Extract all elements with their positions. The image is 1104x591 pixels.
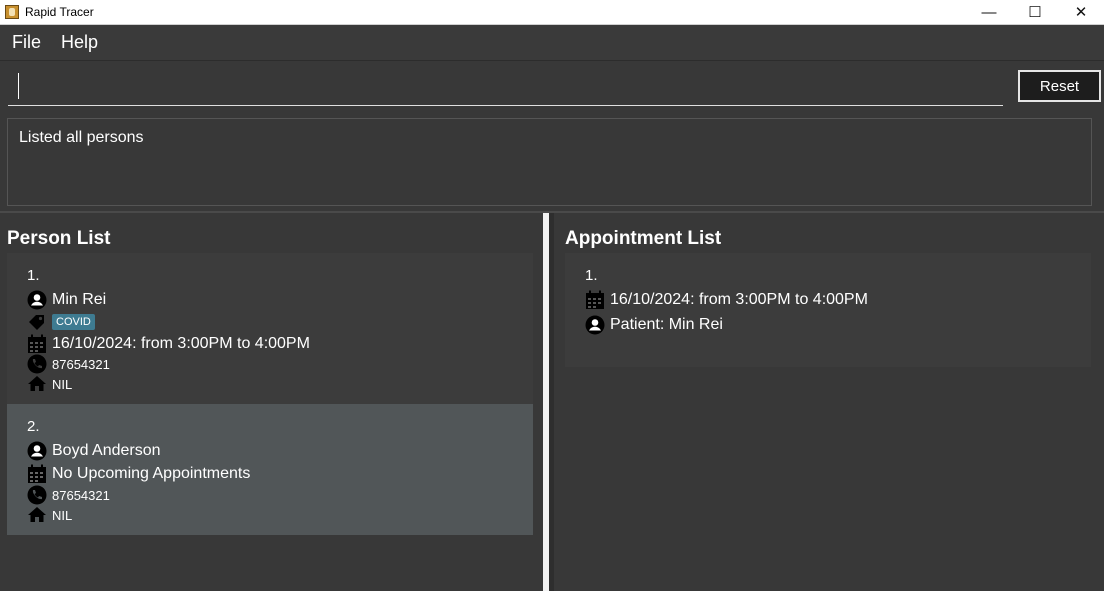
maximize-button[interactable]: ☐ <box>1012 0 1058 25</box>
app-icon <box>5 5 19 19</box>
result-display[interactable]: Listed all persons <box>7 118 1092 206</box>
person-appointment-row: 16/10/2024: from 3:00PM to 4:00PM <box>27 333 310 355</box>
calendar-icon <box>27 334 47 354</box>
person-phone: 87654321 <box>52 487 110 503</box>
person-card[interactable]: 2. Boyd Anderson No Upcoming Appointment… <box>7 404 533 535</box>
command-box: Reset <box>0 62 1104 110</box>
person-name: Boyd Anderson <box>52 442 161 459</box>
person-name-row: Min Rei <box>27 289 106 311</box>
appointment-patient-row: Patient: Min Rei <box>585 314 723 336</box>
result-message: Listed all persons <box>19 129 144 146</box>
person-list-title: Person List <box>7 228 111 249</box>
person-address: NIL <box>52 507 73 523</box>
appointment-list-title: Appointment List <box>565 228 722 249</box>
close-button[interactable]: ✕ <box>1058 0 1104 25</box>
phone-icon <box>27 485 47 505</box>
phone-icon <box>27 354 47 374</box>
person-address: NIL <box>52 376 73 392</box>
appointment-patient: Patient: Min Rei <box>610 316 723 333</box>
calendar-icon <box>27 464 47 484</box>
minimize-button[interactable]: — <box>966 0 1012 25</box>
person-phone-row: 87654321 <box>27 484 110 506</box>
person-phone-row: 87654321 <box>27 353 110 375</box>
person-icon <box>27 441 47 461</box>
person-appointment-row: No Upcoming Appointments <box>27 463 250 485</box>
reset-button[interactable]: Reset <box>1018 70 1101 102</box>
command-input[interactable] <box>8 68 1003 106</box>
person-address-row: NIL <box>27 373 72 395</box>
appointment-index: 1. <box>585 267 598 284</box>
person-tag-row: COVID <box>27 311 95 333</box>
person-tag: COVID <box>52 314 95 330</box>
person-index: 1. <box>27 267 40 284</box>
appointment-time: 16/10/2024: from 3:00PM to 4:00PM <box>610 291 868 308</box>
person-list-panel: Person List 1. Min Rei COVID 16/10/2024:… <box>0 213 543 591</box>
person-appointment: 16/10/2024: from 3:00PM to 4:00PM <box>52 335 310 352</box>
menu-help[interactable]: Help <box>61 32 98 53</box>
title-bar: Rapid Tracer — ☐ ✕ <box>0 0 1104 25</box>
appointment-list-panel: Appointment List 1. 16/10/2024: from 3:0… <box>554 213 1104 591</box>
person-icon <box>585 315 605 335</box>
window-title: Rapid Tracer <box>25 5 94 19</box>
window-controls: — ☐ ✕ <box>966 0 1104 25</box>
menu-file[interactable]: File <box>12 32 41 53</box>
person-phone: 87654321 <box>52 356 110 372</box>
home-icon <box>27 505 47 525</box>
text-caret <box>18 73 19 99</box>
person-appointment: No Upcoming Appointments <box>52 465 251 482</box>
tag-icon <box>27 312 47 332</box>
person-address-row: NIL <box>27 504 72 526</box>
person-card[interactable]: 1. Min Rei COVID 16/10/2024: from 3:00PM… <box>7 253 533 404</box>
home-icon <box>27 374 47 394</box>
person-icon <box>27 290 47 310</box>
calendar-icon <box>585 290 605 310</box>
person-name-row: Boyd Anderson <box>27 440 161 462</box>
appointment-card[interactable]: 1. 16/10/2024: from 3:00PM to 4:00PM Pat… <box>565 253 1091 367</box>
person-name: Min Rei <box>52 291 107 308</box>
appointment-time-row: 16/10/2024: from 3:00PM to 4:00PM <box>585 289 868 311</box>
menu-bar: File Help <box>0 25 1104 61</box>
person-index: 2. <box>27 418 40 435</box>
